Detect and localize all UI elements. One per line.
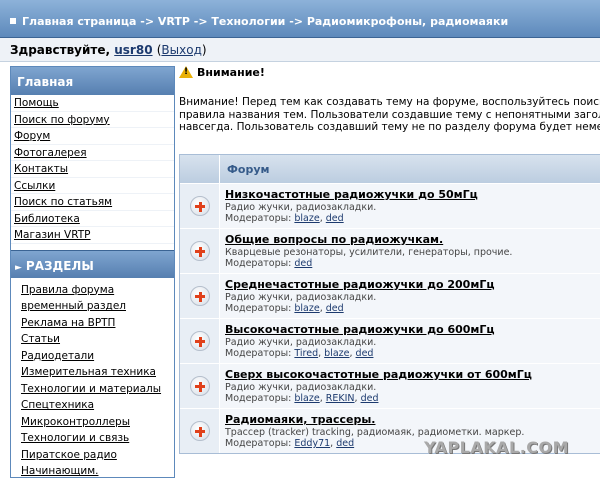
- notice-title: Внимание!: [197, 66, 265, 79]
- moderators-label: Модераторы:: [225, 213, 292, 224]
- watermark: YAPLAKAL.COM: [424, 438, 570, 457]
- username-link[interactable]: usr80: [114, 43, 152, 57]
- notice-line: навсегда. Пользователь создавший тему не…: [179, 121, 600, 133]
- forum-row-description: Радио жучки, радиозакладки.: [225, 382, 377, 393]
- forum-table-header: Форум: [180, 155, 600, 183]
- moderators-label: Модераторы:: [225, 258, 292, 269]
- top-bar: Главная страница -> VRTP -> Технологии -…: [0, 0, 600, 38]
- forum-row: Среднечастотные радиожучки до 200мГц Ради…: [180, 273, 600, 318]
- forum-row-description: Трассер (tracker) tracking, радиомаяк, р…: [225, 427, 525, 438]
- section-link[interactable]: Пиратское радио: [11, 447, 174, 464]
- sidebar-link-library[interactable]: Библиотека: [11, 211, 174, 227]
- moderators-label: Модераторы:: [225, 348, 292, 359]
- section-link[interactable]: Технологии и материалы: [11, 381, 174, 398]
- sidebar: Главная Помощь Поиск по форуму Форум Фот…: [10, 66, 175, 478]
- section-link[interactable]: Реклама на ВРТП: [11, 315, 174, 332]
- moderators-line: Модераторы: blaze, REKIN, ded: [225, 393, 379, 404]
- plus-icon[interactable]: [190, 376, 210, 396]
- plus-icon[interactable]: [190, 241, 210, 261]
- moderator-link[interactable]: ded: [361, 393, 379, 404]
- section-link[interactable]: Микроконтроллеры: [11, 414, 174, 431]
- moderators-label: Модераторы:: [225, 393, 292, 404]
- moderators-line: Модераторы: blaze, ded: [225, 213, 344, 224]
- breadcrumb[interactable]: Главная страница -> VRTP -> Технологии -…: [10, 15, 508, 28]
- moderators-line: Модераторы: Tired, blaze, ded: [225, 348, 374, 359]
- sidebar-sections-header: ► РАЗДЕЛЫ: [11, 249, 174, 278]
- sidebar-link-gallery[interactable]: Фотогалерея: [11, 145, 174, 161]
- moderator-link[interactable]: REKIN: [326, 393, 355, 404]
- moderator-link[interactable]: ded: [294, 258, 312, 269]
- moderator-link[interactable]: Tired: [294, 348, 318, 359]
- moderator-link[interactable]: blaze: [294, 393, 319, 404]
- moderator-link[interactable]: ded: [326, 213, 344, 224]
- section-link[interactable]: Спецтехника: [11, 397, 174, 414]
- forum-row-title-link[interactable]: Сверх высокочастотные радиожучки от 600м…: [225, 368, 600, 381]
- forum-row-description: Радио жучки, радиозакладки.: [225, 202, 377, 213]
- forum-row-title-link[interactable]: Общие вопросы по радиожучкам.: [225, 233, 600, 246]
- moderator-link[interactable]: ded: [356, 348, 374, 359]
- forum-column-title: Форум: [227, 163, 270, 176]
- notice-line: правила названия тем. Пользователи созда…: [179, 108, 600, 121]
- forum-row: Низкочастотные радиожучки до 50мГц Радио …: [180, 183, 600, 228]
- greeting-text: Здравствуйте,: [10, 43, 111, 57]
- main-content: Внимание! Внимание! Перед тем как создав…: [179, 66, 600, 454]
- forum-row-description: Радио жучки, радиозакладки.: [225, 337, 377, 348]
- moderator-link[interactable]: ded: [336, 438, 354, 449]
- breadcrumb-text[interactable]: Главная страница -> VRTP -> Технологии -…: [22, 15, 508, 28]
- sidebar-link-forum[interactable]: Форум: [11, 128, 174, 145]
- moderator-link[interactable]: ded: [326, 303, 344, 314]
- moderators-line: Модераторы: blaze, ded: [225, 303, 344, 314]
- sidebar-link-contacts[interactable]: Контакты: [11, 161, 174, 178]
- section-link[interactable]: Правила форума: [11, 282, 174, 299]
- moderators-label: Модераторы:: [225, 303, 292, 314]
- plus-icon[interactable]: [190, 421, 210, 441]
- forum-row: Общие вопросы по радиожучкам. Кварцевые р…: [180, 228, 600, 273]
- moderator-link[interactable]: blaze: [294, 303, 319, 314]
- notice-line: Внимание! Перед тем как создавать тему н…: [179, 96, 600, 108]
- section-link[interactable]: Технологии и связь: [11, 430, 174, 447]
- notice-header: Внимание!: [179, 66, 600, 84]
- plus-icon[interactable]: [190, 286, 210, 306]
- bullet-icon: [10, 18, 16, 24]
- forum-row-description: Радио жучки, радиозакладки.: [225, 292, 377, 303]
- sections-list: Правила форума временный раздел Реклама …: [11, 278, 174, 478]
- paren-close: ): [201, 43, 207, 57]
- arrow-right-icon: ►: [15, 262, 22, 273]
- forum-table: Форум Низкочастотные радиожучки до 50мГц…: [179, 154, 600, 454]
- forum-rows: Низкочастотные радиожучки до 50мГц Радио …: [180, 183, 600, 453]
- section-link[interactable]: Статьи: [11, 331, 174, 348]
- section-link[interactable]: Начинающим.: [11, 463, 174, 477]
- forum-row-title-link[interactable]: Низкочастотные радиожучки до 50мГц: [225, 188, 600, 201]
- forum-row: Высокочастотные радиожучки до 600мГц Ради…: [180, 318, 600, 363]
- moderators-line: Модераторы: ded: [225, 258, 600, 269]
- sidebar-link-article-search[interactable]: Поиск по статьям: [11, 194, 174, 211]
- plus-icon[interactable]: [190, 331, 210, 351]
- sidebar-link-forum-search[interactable]: Поиск по форуму: [11, 112, 174, 128]
- user-bar: Здравствуйте, usr80 (Выход): [0, 38, 600, 62]
- forum-row-title-link[interactable]: Среднечастотные радиожучки до 200мГц: [225, 278, 600, 291]
- sidebar-main-title: Главная: [11, 67, 174, 95]
- section-link[interactable]: Измерительная техника: [11, 364, 174, 381]
- section-link[interactable]: временный раздел: [11, 298, 174, 315]
- moderators-label: Модераторы:: [225, 438, 292, 449]
- forum-row: Сверх высокочастотные радиожучки от 600м…: [180, 363, 600, 408]
- notice-text: Внимание! Перед тем как создавать тему н…: [179, 96, 600, 134]
- section-link[interactable]: Радиодетали: [11, 348, 174, 365]
- forum-row-title-link[interactable]: Радиомаяки, трассеры.: [225, 413, 600, 426]
- sidebar-sections-title: РАЗДЕЛЫ: [25, 258, 94, 273]
- sidebar-link-links[interactable]: Ссылки: [11, 178, 174, 194]
- forum-row-description: Кварцевые резонаторы, усилители, генерат…: [225, 247, 513, 258]
- moderator-link[interactable]: blaze: [294, 213, 319, 224]
- forum-row-title-link[interactable]: Высокочастотные радиожучки до 600мГц: [225, 323, 600, 336]
- logout-link[interactable]: Выход: [161, 43, 201, 57]
- warning-icon: [179, 66, 193, 78]
- moderator-link[interactable]: Eddy71: [294, 438, 330, 449]
- sidebar-link-shop[interactable]: Магазин VRTP: [11, 227, 174, 244]
- sidebar-link-help[interactable]: Помощь: [11, 95, 174, 112]
- plus-icon[interactable]: [190, 196, 210, 216]
- moderator-link[interactable]: blaze: [324, 348, 349, 359]
